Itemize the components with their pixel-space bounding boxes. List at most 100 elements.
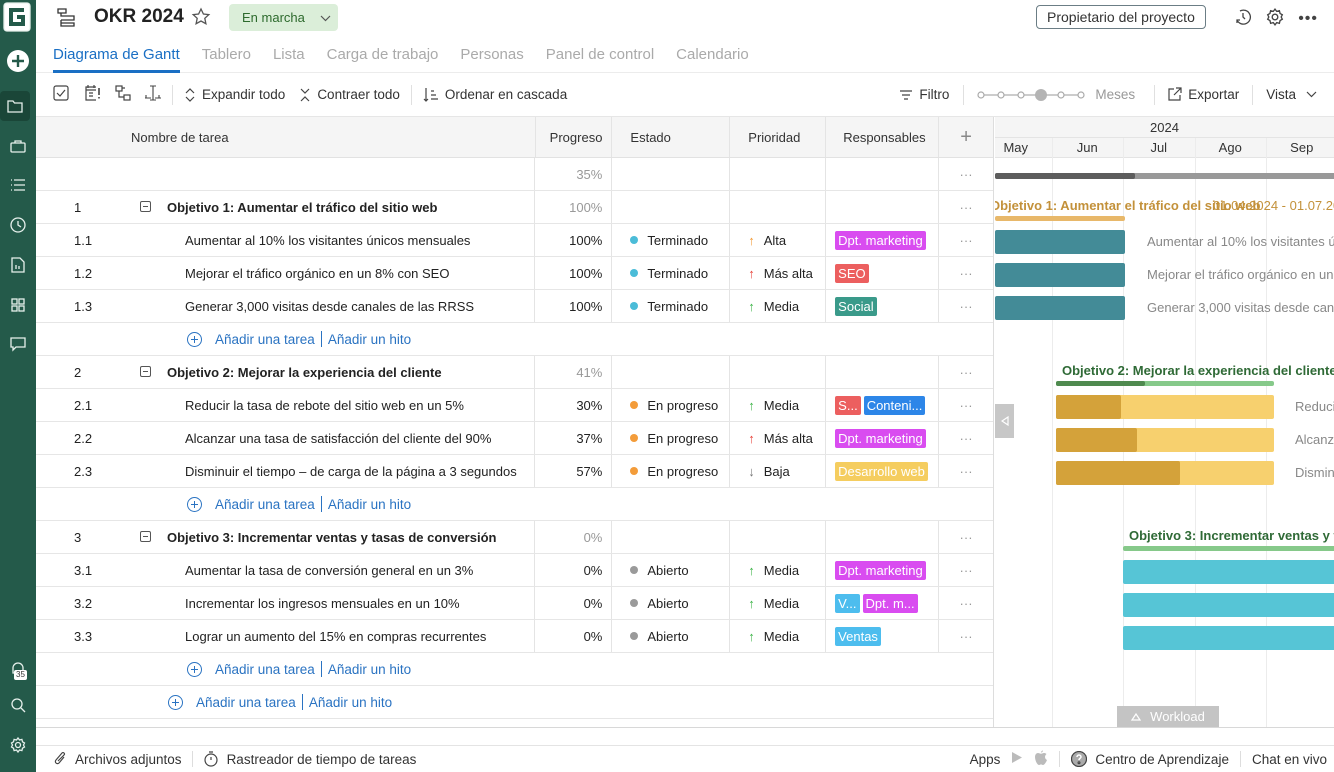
objective-name[interactable]: Objetivo 2: Mejorar la experiencia del c…: [167, 365, 442, 380]
row-more-icon[interactable]: ···: [939, 224, 993, 256]
column-header-priority[interactable]: Prioridad: [730, 117, 827, 157]
add-milestone-link[interactable]: Añadir un hito: [328, 332, 411, 347]
slider-stop[interactable]: [1017, 90, 1026, 99]
add-circle-icon[interactable]: [187, 496, 202, 512]
add-circle-icon[interactable]: [168, 694, 183, 710]
gear-icon[interactable]: [1266, 8, 1284, 29]
task-assignees[interactable]: SEO: [826, 257, 940, 289]
objective-1-bar[interactable]: [995, 216, 1125, 221]
column-header-progress[interactable]: Progreso: [536, 117, 613, 157]
slider-stop[interactable]: [1077, 90, 1086, 99]
search-icon[interactable]: [0, 690, 36, 720]
row-more-icon[interactable]: ···: [939, 257, 993, 289]
tab-list[interactable]: Lista: [273, 36, 305, 73]
task-status[interactable]: Abierto: [612, 587, 731, 619]
slider-stop[interactable]: [977, 90, 986, 99]
add-task-link[interactable]: Añadir una tarea: [215, 497, 315, 512]
add-circle-icon[interactable]: [187, 661, 202, 677]
checkbox-task-icon[interactable]: [53, 85, 69, 104]
task-progress[interactable]: 30%: [535, 389, 613, 421]
task-assignees[interactable]: Social: [826, 290, 940, 322]
task-name[interactable]: Lograr un aumento del 15% en compras rec…: [185, 629, 486, 644]
add-milestone-link[interactable]: Añadir un hito: [328, 497, 411, 512]
column-header-name[interactable]: Nombre de tarea: [36, 117, 536, 157]
task-bar-progress[interactable]: [1056, 461, 1181, 485]
collapse-all-button[interactable]: Contraer todo: [299, 87, 400, 102]
apps-grid-icon[interactable]: [0, 290, 36, 320]
task-name[interactable]: Incrementar los ingresos mensuales en un…: [185, 596, 460, 611]
objective-3-bar[interactable]: [1123, 546, 1334, 551]
task-row[interactable]: 3.2 Incrementar los ingresos mensuales e…: [36, 587, 993, 620]
add-milestone-link[interactable]: Añadir un hito: [328, 662, 411, 677]
calendar-alert-icon[interactable]: [84, 84, 102, 105]
task-assignees[interactable]: Dpt. marketing: [826, 422, 940, 454]
clock-icon[interactable]: [0, 210, 36, 240]
row-more-icon[interactable]: ···: [939, 554, 993, 586]
tab-people[interactable]: Personas: [460, 36, 523, 73]
task-row[interactable]: 1.1 Aumentar al 10% los visitantes único…: [36, 224, 993, 257]
task-bar-progress[interactable]: [1056, 428, 1137, 452]
add-icon[interactable]: [0, 46, 36, 76]
task-status[interactable]: Terminado: [612, 224, 731, 256]
task-progress[interactable]: 0%: [535, 554, 613, 586]
learning-center-button[interactable]: Centro de Aprendizaje: [1071, 751, 1229, 767]
task-assignees[interactable]: Desarrollo web: [826, 455, 940, 487]
assignee-tag[interactable]: V...: [835, 593, 860, 613]
slider-stop[interactable]: [997, 90, 1006, 99]
tab-dashboard[interactable]: Panel de control: [546, 36, 654, 73]
task-assignees[interactable]: Ventas: [826, 620, 940, 652]
star-icon[interactable]: [191, 7, 211, 30]
task-priority[interactable]: ↑ Media: [730, 587, 827, 619]
settings-icon[interactable]: [0, 730, 36, 760]
row-more-icon[interactable]: ···: [939, 356, 993, 388]
add-column-button[interactable]: +: [939, 117, 993, 157]
task-priority[interactable]: ↑ Media: [730, 554, 827, 586]
task-priority[interactable]: ↑ Más alta: [730, 257, 827, 289]
task-priority[interactable]: ↑ Media: [730, 620, 827, 652]
project-owner-button[interactable]: Propietario del proyecto: [1036, 5, 1206, 29]
task-priority[interactable]: ↑ Media: [730, 290, 827, 322]
dependency-icon[interactable]: [115, 85, 131, 104]
task-row[interactable]: 1.3 Generar 3,000 visitas desde canales …: [36, 290, 993, 323]
objective-2-progress[interactable]: [1056, 381, 1146, 386]
task-row[interactable]: 2.1 Reducir la tasa de rebote del sitio …: [36, 389, 993, 422]
task-bar[interactable]: [995, 230, 1125, 254]
assignee-tag[interactable]: Social: [835, 296, 877, 316]
task-bar[interactable]: [1123, 593, 1334, 617]
task-status[interactable]: En progreso: [612, 389, 731, 421]
assignee-tag[interactable]: SEO: [835, 263, 869, 283]
task-status[interactable]: Terminado: [612, 257, 731, 289]
add-task-link[interactable]: Añadir una tarea: [215, 332, 315, 347]
critical-path-icon[interactable]: [144, 85, 162, 104]
column-header-status[interactable]: Estado: [612, 117, 731, 157]
task-name[interactable]: Aumentar al 10% los visitantes únicos me…: [185, 233, 470, 248]
task-bar-progress[interactable]: [1056, 395, 1122, 419]
task-assignees[interactable]: S... Conteni...: [826, 389, 940, 421]
task-priority[interactable]: ↑ Media: [730, 389, 827, 421]
task-row[interactable]: 1.2 Mejorar el tráfico orgánico en un 8%…: [36, 257, 993, 290]
timescale-slider-track[interactable]: [977, 88, 1086, 102]
task-status[interactable]: En progreso: [612, 455, 731, 487]
view-dropdown[interactable]: Vista: [1266, 87, 1317, 102]
expand-all-button[interactable]: Expandir todo: [184, 87, 285, 102]
task-name[interactable]: Generar 3,000 visitas desde canales de l…: [185, 299, 474, 314]
assignee-tag[interactable]: Dpt. marketing: [835, 230, 926, 250]
tab-calendar[interactable]: Calendario: [676, 36, 749, 73]
task-progress[interactable]: 100%: [535, 257, 613, 289]
row-more-icon[interactable]: ···: [939, 455, 993, 487]
chat-icon[interactable]: [0, 329, 36, 359]
tab-workload[interactable]: Carga de trabajo: [327, 36, 439, 73]
horizontal-scrollbar[interactable]: [36, 727, 1334, 744]
row-more-icon[interactable]: ···: [939, 521, 993, 553]
row-more-icon[interactable]: ···: [939, 620, 993, 652]
objective-name[interactable]: Objetivo 1: Aumentar el tráfico del siti…: [167, 200, 437, 215]
row-more-icon[interactable]: ···: [939, 389, 993, 421]
collapse-toggle-icon[interactable]: [140, 366, 151, 377]
assignee-tag[interactable]: Conteni...: [863, 395, 926, 415]
task-row[interactable]: 3.1 Aumentar la tasa de conversión gener…: [36, 554, 993, 587]
timescale-slider[interactable]: Meses: [977, 87, 1135, 102]
project-status-dropdown[interactable]: En marcha: [229, 4, 338, 31]
task-bar[interactable]: [995, 263, 1125, 287]
task-assignees[interactable]: Dpt. marketing: [826, 554, 940, 586]
collapse-toggle-icon[interactable]: [140, 201, 151, 212]
